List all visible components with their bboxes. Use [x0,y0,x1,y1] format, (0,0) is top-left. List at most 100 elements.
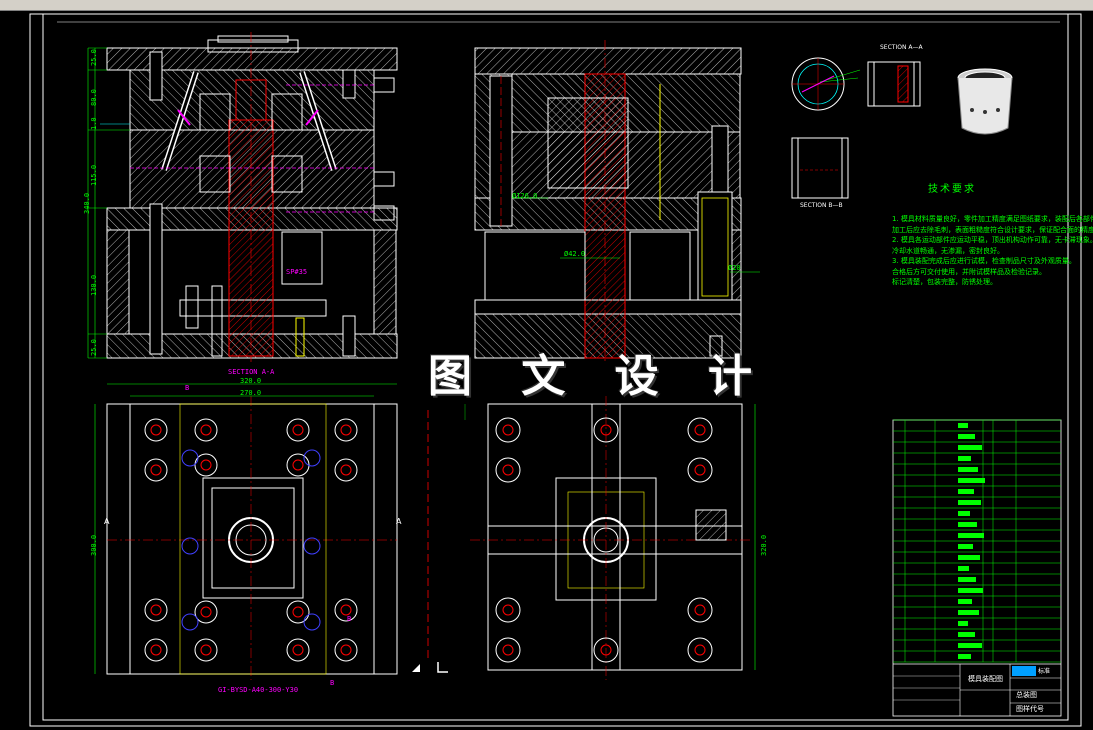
title-block-cell-fill [958,654,971,659]
bolt-hole [303,613,321,631]
bolt-hole [150,464,162,476]
dim-2700: 270.0 [240,389,262,397]
bolt-hole [292,424,304,436]
bolt-hole [694,424,706,436]
bolt-hole [286,453,310,477]
bolt-hole [286,638,310,662]
dim-800: 80.0 [90,89,98,106]
bolt-hole [694,604,706,616]
section-aa-label: SECTION A-A [228,368,275,376]
title-block-cell-fill [958,610,979,615]
title-block-cell-fill [958,445,982,450]
dim-dia-126: Ø126.0 [512,192,538,200]
view-mark-a-right: A [396,517,402,526]
part-detail-views [791,57,1013,199]
bolt-hole [181,449,199,467]
part-code: GI-BYSD-A40-300-Y30 [218,686,299,694]
bolt-hole [286,418,310,442]
bolt-hole [144,458,168,482]
bolt-hole [495,457,521,483]
bolt-hole [502,424,514,436]
dim-250-bot: 25.0 [90,339,98,356]
title-block-drawing-name: 模具装配图 [968,675,1003,683]
title-block-cell-fill [958,621,968,626]
section-aa-detail-label: SECTION A—A [880,44,923,51]
title-block [892,419,1062,717]
bolt-hole [495,417,521,443]
title-block-cell-fill [958,599,972,604]
section-side-view [474,40,760,362]
tech-line: 1. 模具材料质量良好，零件加工精度满足图纸要求，装配后各部件动作灵活可靠。 [892,215,1093,223]
dim-250-top: 25.0 [90,49,98,66]
view-mark-b-mid: B [347,615,352,623]
dim-dia-20: Ø20 [728,264,741,272]
tech-line: 3. 模具装配完成后应进行试模，检查制品尺寸及外观质量。 [892,257,1076,265]
bolt-hole [495,597,521,623]
dim-3000-right: 320.0 [760,534,768,556]
bolt-hole [194,638,218,662]
tech-requirements-title: 技术要求 [928,184,976,195]
title-block-cell-fill [958,500,981,505]
bolt-hole [286,600,310,624]
bolt-hole [150,644,162,656]
title-block-cell-fill [958,522,977,527]
tech-line: 标记清楚，包装完整，防锈处理。 [892,278,997,286]
title-block-cell-fill [958,467,978,472]
bolt-hole [694,644,706,656]
title-block-sheet-label: 总装图 [1016,691,1037,699]
bolt-hole [340,644,352,656]
title-block-cell-fill [958,544,973,549]
title-block-cell-fill [958,588,983,593]
bolt-hole [194,418,218,442]
bolt-hole [200,644,212,656]
bolt-hole [502,464,514,476]
bolt-hole [200,606,212,618]
title-block-cell-fill [958,489,974,494]
title-block-cell-fill [958,456,971,461]
tech-line: 冷却水道畅通，无渗漏，密封良好。 [892,246,1004,255]
bolt-hole [194,600,218,624]
tech-line: 2. 模具各运动部件应运动平稳，顶出机构动作可靠，无卡滞现象。 [892,236,1093,244]
bolt-hole [181,613,199,631]
dim-1300: 130.0 [90,274,98,296]
tech-requirements: 1. 模具材料质量良好，零件加工精度满足图纸要求，装配后各部件动作灵活可靠。 加… [892,214,1093,288]
bolt-hole [334,638,358,662]
title-block-cell-fill [958,533,984,538]
tech-line: 加工后应去除毛刺，表面粗糙度符合设计要求，保证配合面的精度。 [892,225,1093,234]
title-block-cell-fill [958,423,968,428]
bolt-hole [334,458,358,482]
bolt-hole [292,644,304,656]
title-block-cell-fill [958,643,982,648]
bolt-hole [694,464,706,476]
sp-label: SP#35 [286,268,308,276]
bolt-hole [340,464,352,476]
title-block-cell-fill [958,478,985,483]
bolt-hole [303,537,321,555]
bolt-hole [144,418,168,442]
bolt-hole [150,604,162,616]
title-block-cell-fill [958,511,970,516]
bolt-hole [687,597,713,623]
title-block-cell-fill [958,577,976,582]
bolt-hole [687,457,713,483]
view-mark-a-left: A [104,517,110,526]
dim-3200: 320.0 [240,377,262,385]
view-mark-b-bot: B [330,679,335,687]
title-block-cell-fill [958,555,980,560]
dim-10: 1.0 [90,117,98,130]
bolt-hole [687,417,713,443]
bolt-hole [502,644,514,656]
bolt-hole [340,424,352,436]
dim-1150: 115.0 [90,164,98,186]
title-block-mark: 标准 [1038,668,1051,675]
bolt-hole [292,459,304,471]
title-block-cell-fill [958,566,969,571]
title-block-cell-fill [958,434,975,439]
title-block-code-label: 图样代号 [1016,705,1044,713]
view-arrow-right [437,662,448,673]
tech-line: 合格后方可交付使用，并附试模样品及检验记录。 [892,267,1046,276]
bolt-hole [181,537,199,555]
bolt-hole [144,638,168,662]
bolt-hole [200,424,212,436]
bolt-hole [502,604,514,616]
